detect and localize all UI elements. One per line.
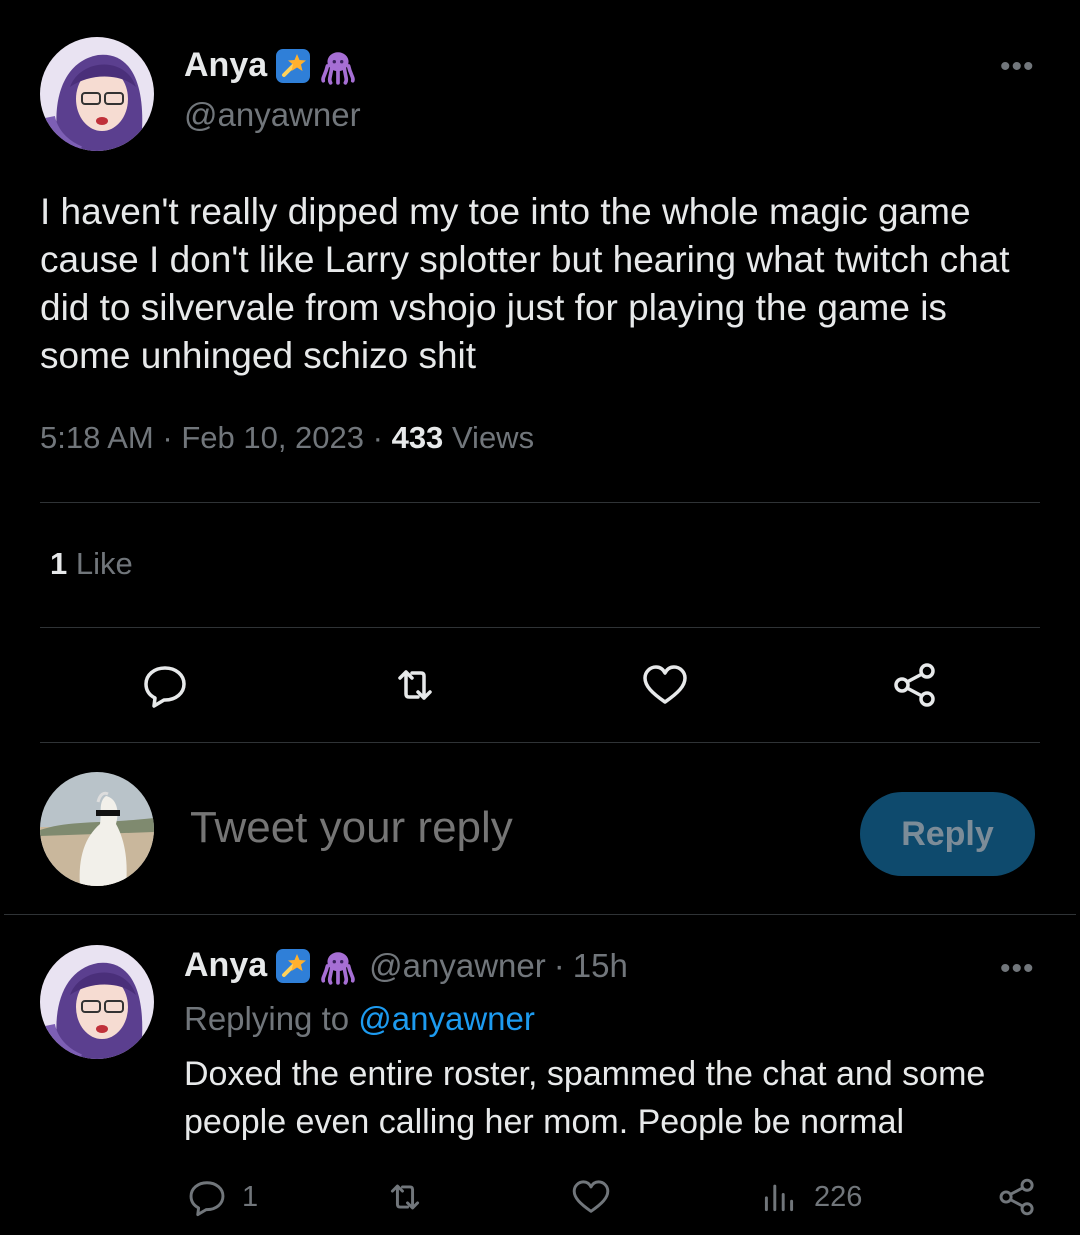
reply-icon[interactable]	[140, 660, 190, 710]
reply-button[interactable]: Reply	[860, 792, 1035, 876]
tweet-date[interactable]: Feb 10, 2023	[181, 420, 364, 455]
verified-star-badge-icon[interactable]	[275, 48, 311, 84]
octopus-emoji-icon	[319, 48, 355, 85]
replying-to-link[interactable]: @anyawner	[358, 1000, 535, 1037]
reply-count: 1	[242, 1180, 259, 1213]
like-icon[interactable]	[570, 1176, 612, 1218]
author-avatar[interactable]	[40, 37, 154, 151]
author-handle[interactable]: @anyawner	[184, 96, 361, 134]
reply-text: Doxed the entire roster, spammed the cha…	[184, 1055, 986, 1141]
reply-author-row: Anya @anyawner · 15h	[184, 946, 628, 985]
author-name-row: Anya	[184, 46, 355, 85]
more-options-icon[interactable]: •••	[1000, 50, 1035, 84]
reply-retweet-action[interactable]	[384, 1176, 426, 1218]
likes-stat[interactable]: 1 Like	[50, 546, 133, 582]
reply-reply-action[interactable]: 1	[186, 1176, 258, 1218]
like-icon[interactable]	[640, 660, 690, 710]
reply-author-display-name[interactable]: Anya	[184, 946, 267, 985]
divider	[40, 742, 1040, 743]
views-label: Views	[451, 420, 535, 455]
reply-author-avatar[interactable]	[40, 945, 154, 1059]
meta-separator: ·	[553, 946, 565, 984]
reply-views-count: 226	[814, 1180, 863, 1213]
views-count: 433	[391, 420, 444, 455]
verified-star-badge-icon[interactable]	[275, 948, 311, 984]
reply-author-handle[interactable]: @anyawner	[369, 947, 546, 985]
tweet-meta: 5:18 AM · Feb 10, 2023 · 433 Views	[40, 420, 534, 456]
reply-time-ago[interactable]: 15h	[573, 947, 628, 985]
meta-separator: ·	[162, 420, 182, 455]
tweet-detail-page: Anya @anyawner ••• I haven't really dipp…	[0, 0, 1080, 1235]
likes-label: Like	[75, 546, 133, 581]
reply-share-action[interactable]	[996, 1176, 1038, 1218]
reply-views-action[interactable]: 226	[758, 1176, 862, 1218]
views-bar-chart-icon[interactable]	[758, 1176, 800, 1218]
share-icon[interactable]	[996, 1176, 1038, 1218]
replying-to-prefix: Replying to	[184, 1000, 350, 1037]
share-icon[interactable]	[890, 660, 940, 710]
divider	[40, 627, 1040, 628]
retweet-icon[interactable]	[390, 660, 440, 710]
replying-to-line: Replying to @anyawner	[184, 1000, 535, 1038]
divider	[40, 502, 1040, 503]
meta-separator: ·	[372, 420, 392, 455]
reply-icon[interactable]	[186, 1176, 228, 1218]
likes-count: 1	[50, 546, 68, 581]
current-user-avatar[interactable]	[40, 772, 154, 886]
reply-like-action[interactable]	[570, 1176, 612, 1218]
tweet-reply-input[interactable]	[190, 803, 830, 853]
retweet-icon[interactable]	[384, 1176, 426, 1218]
tweet-text: I haven't really dipped my toe into the …	[40, 191, 1010, 376]
tweet-time[interactable]: 5:18 AM	[40, 420, 154, 455]
divider	[4, 914, 1076, 915]
author-display-name[interactable]: Anya	[184, 46, 267, 85]
reply-more-options-icon[interactable]: •••	[1000, 952, 1035, 986]
octopus-emoji-icon	[319, 948, 355, 985]
